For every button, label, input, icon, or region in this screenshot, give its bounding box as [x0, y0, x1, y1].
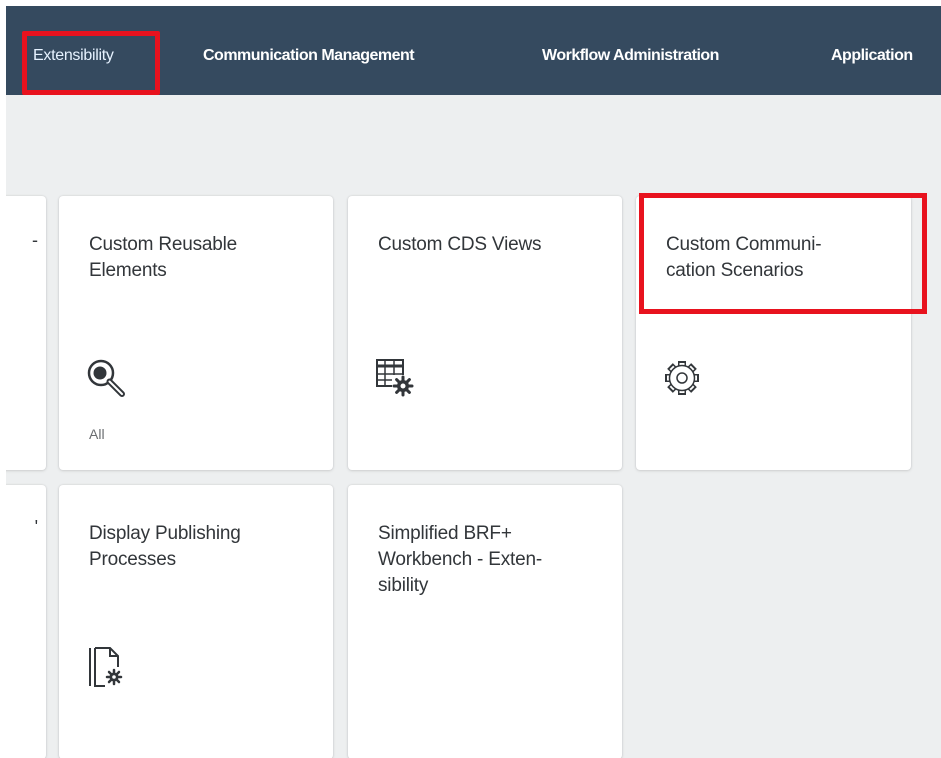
tile-title: Custom CDS Views	[378, 234, 542, 255]
communication-scenarios-tile-highlight	[639, 193, 927, 314]
tile-display-publishing-processes[interactable]: Display Publishing Processes	[59, 485, 333, 758]
table-settings-icon	[373, 356, 417, 400]
tile-custom-cds-views[interactable]: Custom CDS Views	[348, 196, 622, 470]
document-settings-icon	[84, 645, 128, 689]
tile-footer: All	[89, 426, 105, 442]
tile-partial-row2[interactable]: '	[6, 485, 46, 758]
shell-header: Extensibility Communication Management W…	[6, 6, 941, 95]
search-magnifier-icon	[84, 356, 128, 400]
tile-partial-row1-text: -	[32, 230, 38, 250]
nav-tab-communication-management[interactable]: Communication Management	[203, 47, 415, 65]
tile-partial-row2-text: '	[34, 517, 38, 537]
tile-title: Simplified BRF+ Workbench - Exten- sibil…	[378, 523, 542, 596]
tile-title: Custom Reusable Elements	[89, 234, 238, 281]
launchpad-content: - Custom Reusable Elements All Custom CD…	[6, 95, 941, 758]
tile-title: Display Publishing Processes	[89, 523, 241, 570]
tile-partial-row1[interactable]: -	[6, 196, 46, 470]
tile-custom-reusable-elements[interactable]: Custom Reusable Elements All	[59, 196, 333, 470]
nav-tab-application[interactable]: Application	[831, 47, 913, 65]
nav-tab-workflow-administration[interactable]: Workflow Administration	[542, 47, 719, 65]
tile-simplified-brf-workbench[interactable]: Simplified BRF+ Workbench - Exten- sibil…	[348, 485, 622, 758]
extensibility-tab-highlight	[22, 31, 160, 95]
gear-icon	[660, 356, 704, 400]
